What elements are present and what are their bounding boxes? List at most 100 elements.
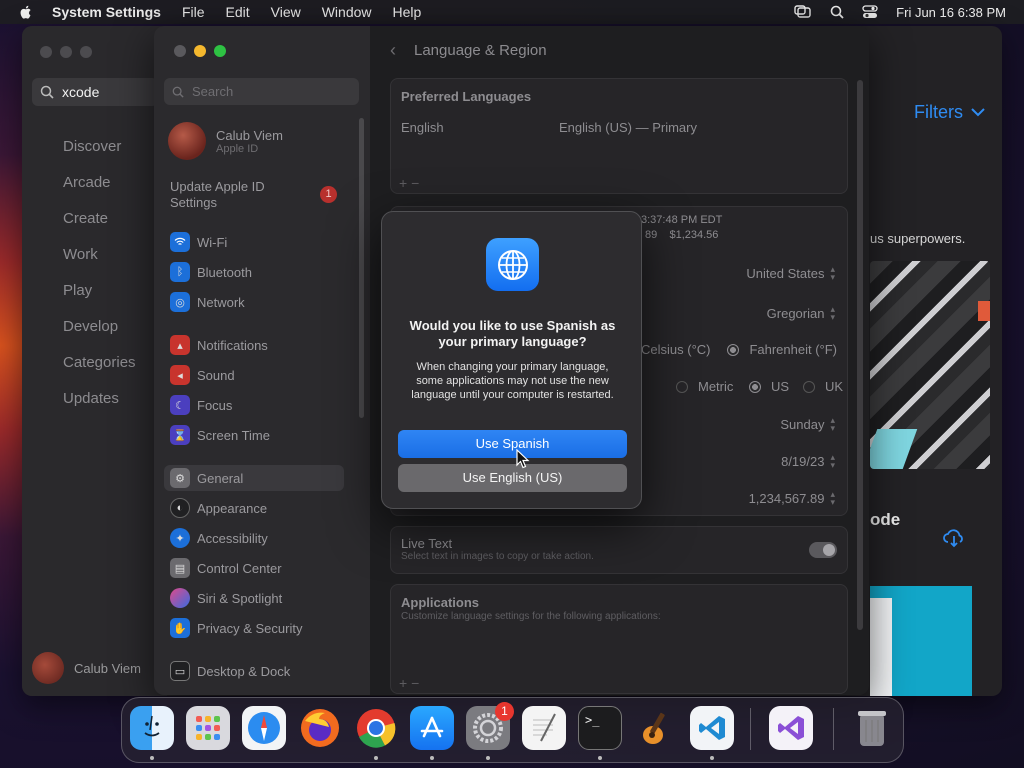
chrome-icon[interactable] bbox=[354, 706, 398, 750]
nav-discover[interactable]: Discover bbox=[63, 129, 136, 165]
fahrenheit-label: Fahrenheit (°F) bbox=[749, 342, 837, 357]
sidebar-item-general[interactable]: ⚙ General bbox=[170, 467, 243, 489]
close-button[interactable] bbox=[40, 46, 52, 58]
control-center-icon[interactable] bbox=[862, 5, 878, 19]
nav-create[interactable]: Create bbox=[63, 201, 136, 237]
garageband-icon[interactable] bbox=[634, 706, 678, 750]
updown-chevron-icon: ▴ ▾ bbox=[830, 264, 835, 282]
sidebar-item-control-center[interactable]: ▤ Control Center bbox=[170, 557, 282, 579]
add-remove-application-buttons[interactable]: + − bbox=[399, 675, 419, 691]
sidebar-item-desktop-dock[interactable]: ▭ Desktop & Dock bbox=[170, 660, 290, 682]
region-popup[interactable]: United States ▴ ▾ bbox=[746, 264, 835, 282]
measurement-us-option[interactable]: US bbox=[749, 379, 789, 394]
format-preview-number: 89 $1,234.56 bbox=[645, 229, 719, 241]
first-day-popup[interactable]: Sunday ▴ ▾ bbox=[780, 416, 835, 433]
menu-edit[interactable]: Edit bbox=[226, 4, 250, 20]
sidebar-item-privacy-security[interactable]: ✋ Privacy & Security bbox=[170, 617, 302, 639]
spotlight-search-icon[interactable] bbox=[830, 5, 844, 19]
nav-categories[interactable]: Categories bbox=[63, 345, 136, 381]
nav-updates[interactable]: Updates bbox=[63, 381, 136, 417]
launchpad-icon[interactable] bbox=[186, 706, 230, 750]
live-text-group: Live Text Select text in images to copy … bbox=[390, 526, 848, 574]
sidebar-item-notifications[interactable]: ▴ Notifications bbox=[170, 334, 268, 356]
menu-window[interactable]: Window bbox=[322, 4, 372, 20]
menu-app-name[interactable]: System Settings bbox=[52, 4, 161, 20]
calendar-value: Gregorian bbox=[766, 305, 825, 321]
sidebar-item-label: Appearance bbox=[197, 500, 268, 516]
number-format-popup[interactable]: 1,234,567.89 ▴ ▾ bbox=[749, 490, 835, 507]
sidebar-item-bluetooth[interactable]: ᛒ Bluetooth bbox=[170, 261, 252, 283]
use-english-button[interactable]: Use English (US) bbox=[398, 464, 627, 492]
content-scrollbar[interactable] bbox=[857, 80, 863, 630]
language-name[interactable]: English bbox=[401, 120, 444, 135]
sidebar-item-label: Notifications bbox=[197, 337, 268, 353]
account-subtitle: Apple ID bbox=[216, 142, 259, 155]
nav-work[interactable]: Work bbox=[63, 237, 136, 273]
sidebar-item-focus[interactable]: ☾ Focus bbox=[170, 394, 232, 416]
chevron-down-icon bbox=[971, 108, 985, 117]
measurement-metric-option[interactable]: Metric bbox=[676, 379, 733, 394]
menu-view[interactable]: View bbox=[271, 4, 301, 20]
filters-button[interactable]: Filters bbox=[914, 102, 985, 123]
minimize-button[interactable] bbox=[194, 45, 206, 57]
sidebar-item-screen-time[interactable]: ⌛ Screen Time bbox=[170, 424, 270, 446]
menu-clock[interactable]: Fri Jun 16 6:38 PM bbox=[896, 5, 1006, 20]
back-chevron-icon[interactable]: ‹ bbox=[390, 40, 396, 61]
control-center-icon: ▤ bbox=[170, 558, 190, 578]
sidebar-item-network[interactable]: ◎ Network bbox=[170, 291, 245, 313]
app-store-user-name: Calub Viem bbox=[74, 660, 141, 676]
date-format-popup[interactable]: 8/19/23 ▴ ▾ bbox=[781, 453, 835, 470]
terminal-icon[interactable]: >_ bbox=[578, 706, 622, 750]
trash-icon[interactable] bbox=[850, 706, 894, 750]
nav-play[interactable]: Play bbox=[63, 273, 136, 309]
sidebar-item-accessibility[interactable]: ✦ Accessibility bbox=[170, 527, 268, 549]
measurement-uk-option[interactable]: UK bbox=[803, 379, 843, 394]
settings-search-field[interactable]: Search bbox=[164, 78, 359, 105]
finder-icon[interactable] bbox=[130, 706, 174, 750]
close-button[interactable] bbox=[174, 45, 186, 57]
calendar-popup[interactable]: Gregorian ▴ ▾ bbox=[766, 305, 835, 322]
apple-id-account[interactable]: Calub Viem Apple ID bbox=[168, 122, 283, 160]
app-title[interactable]: ode bbox=[870, 510, 900, 530]
first-day-value: Sunday bbox=[780, 416, 825, 432]
visual-studio-icon[interactable] bbox=[769, 706, 813, 750]
cloud-download-icon[interactable] bbox=[942, 528, 966, 548]
sidebar-item-appearance[interactable]: ◐ Appearance bbox=[170, 497, 267, 519]
safari-icon[interactable] bbox=[242, 706, 286, 750]
sidebar-item-sound[interactable]: ◂ Sound bbox=[170, 364, 235, 386]
live-text-toggle[interactable] bbox=[809, 542, 837, 558]
moon-icon: ☾ bbox=[170, 395, 190, 415]
radio-unselected bbox=[676, 380, 688, 393]
app-store-search-field[interactable]: xcode bbox=[32, 78, 158, 106]
temperature-celsius-option[interactable]: Celsius (°C) bbox=[641, 342, 710, 357]
app-screenshot-preview[interactable] bbox=[870, 586, 972, 696]
nav-develop[interactable]: Develop bbox=[63, 309, 136, 345]
temperature-fahrenheit-option[interactable]: Fahrenheit (°F) bbox=[727, 342, 837, 357]
zoom-button[interactable] bbox=[214, 45, 226, 57]
sidebar-item-wifi[interactable]: Wi-Fi bbox=[170, 231, 227, 253]
bell-icon: ▴ bbox=[170, 335, 190, 355]
menu-help[interactable]: Help bbox=[393, 4, 422, 20]
textedit-icon[interactable] bbox=[522, 706, 566, 750]
firefox-icon[interactable] bbox=[298, 706, 342, 750]
radio-selected bbox=[749, 380, 761, 393]
applications-group: Applications Customize language settings… bbox=[390, 584, 848, 694]
stage-manager-icon[interactable] bbox=[794, 5, 812, 19]
nav-arcade[interactable]: Arcade bbox=[63, 165, 136, 201]
menu-file[interactable]: File bbox=[182, 4, 205, 20]
vscode-icon[interactable] bbox=[690, 706, 734, 750]
app-store-user[interactable]: Calub Viem bbox=[32, 652, 141, 684]
sidebar-scrollbar[interactable] bbox=[359, 118, 364, 418]
sidebar-item-siri-spotlight[interactable]: Siri & Spotlight bbox=[170, 587, 282, 609]
dock-icon: ▭ bbox=[170, 661, 190, 681]
use-spanish-button[interactable]: Use Spanish bbox=[398, 430, 627, 458]
sidebar-item-label: Desktop & Dock bbox=[197, 663, 291, 679]
app-artwork[interactable] bbox=[870, 261, 990, 469]
live-text-description: Select text in images to copy or take ac… bbox=[401, 551, 594, 562]
update-apple-id-settings[interactable]: Update Apple ID Settings bbox=[170, 179, 300, 211]
minimize-button[interactable] bbox=[60, 46, 72, 58]
zoom-button[interactable] bbox=[80, 46, 92, 58]
app-store-icon[interactable] bbox=[410, 706, 454, 750]
add-remove-language-buttons[interactable]: + − bbox=[399, 175, 419, 191]
apple-icon[interactable] bbox=[18, 4, 34, 20]
